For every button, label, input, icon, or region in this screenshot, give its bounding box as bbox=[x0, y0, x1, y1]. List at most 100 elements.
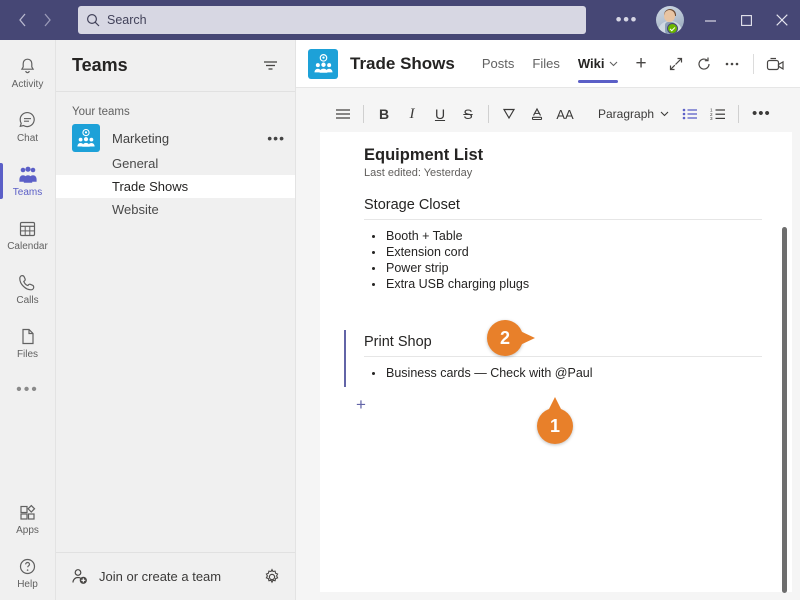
underline-button[interactable]: U bbox=[427, 101, 453, 127]
sidebar-item-label: Activity bbox=[11, 79, 44, 90]
sidebar-item-calendar[interactable]: Calendar bbox=[0, 208, 56, 262]
maximize-button[interactable] bbox=[728, 0, 764, 40]
chat-icon bbox=[17, 110, 38, 131]
channel-title: Trade Shows bbox=[350, 53, 455, 73]
channel-item-trade-shows[interactable]: Trade Shows bbox=[56, 175, 295, 198]
chevron-down-icon bbox=[660, 111, 669, 117]
callout-badge-2: 2 bbox=[487, 320, 535, 356]
section-title: Storage Closet bbox=[364, 197, 460, 213]
team-row-marketing[interactable]: Marketing ••• bbox=[56, 124, 295, 152]
numbered-list-icon[interactable]: 123 bbox=[705, 101, 731, 127]
section-bullet-list: Business cards — Check with @Paul bbox=[364, 365, 762, 381]
wiki-section-storage-closet[interactable]: Storage Closet Booth + Table Extension c… bbox=[364, 197, 762, 292]
bulleted-list-icon[interactable] bbox=[677, 101, 703, 127]
list-item: Booth + Table bbox=[364, 228, 762, 244]
add-tab-button[interactable]: + bbox=[627, 40, 654, 88]
sidebar-item-help[interactable]: Help bbox=[0, 546, 56, 600]
wiki-wrapper: B I U S AA Paragraph 1 2 3 ••• Equipment… bbox=[296, 88, 800, 600]
doc-title: Equipment List bbox=[364, 146, 484, 164]
font-size-button[interactable]: AA bbox=[552, 101, 578, 127]
sidebar-item-label: Help bbox=[17, 579, 38, 590]
filter-icon[interactable] bbox=[262, 57, 279, 74]
tab-files[interactable]: Files bbox=[523, 40, 568, 88]
channel-label: Website bbox=[112, 202, 159, 217]
channel-label: Trade Shows bbox=[112, 179, 189, 194]
status-badge bbox=[667, 23, 678, 34]
app-body: Activity Chat Teams Calendar Calls Files… bbox=[0, 40, 800, 600]
sidebar-item-calls[interactable]: Calls bbox=[0, 262, 56, 316]
join-or-create-team-row[interactable]: Join or create a team bbox=[56, 552, 295, 600]
refresh-icon[interactable] bbox=[691, 51, 717, 77]
channel-tabs: Posts Files Wiki + bbox=[473, 40, 655, 88]
section-title: Print Shop bbox=[364, 334, 432, 350]
sidebar-item-label: Files bbox=[16, 349, 39, 360]
minimize-button[interactable] bbox=[692, 0, 728, 40]
more-options-icon[interactable] bbox=[719, 51, 745, 77]
list-item: Extension cord bbox=[364, 244, 762, 260]
settings-more-icon[interactable]: ••• bbox=[606, 11, 648, 28]
toolbar-more-icon[interactable]: ••• bbox=[746, 106, 777, 121]
wiki-section-print-shop[interactable]: Print Shop Business cards — Check with @… bbox=[344, 330, 762, 387]
main-content: Trade Shows Posts Files Wiki + B I U S A… bbox=[296, 40, 800, 600]
toggle-formatting-icon[interactable] bbox=[330, 101, 356, 127]
team-more-options-icon[interactable]: ••• bbox=[267, 131, 285, 145]
team-avatar bbox=[72, 124, 100, 152]
app-rail: Activity Chat Teams Calendar Calls Files… bbox=[0, 40, 56, 600]
help-icon bbox=[17, 556, 38, 577]
teams-app-window: Search ••• Activity Chat Teams Calendar … bbox=[0, 0, 800, 600]
section-bullet-list: Booth + Table Extension cord Power strip… bbox=[364, 228, 762, 292]
sidebar-item-label: Apps bbox=[16, 525, 39, 536]
vertical-scrollbar[interactable] bbox=[782, 227, 787, 593]
paragraph-style-dropdown[interactable]: Paragraph bbox=[592, 107, 675, 121]
page-title: Teams bbox=[72, 55, 128, 75]
sidebar-item-activity[interactable]: Activity bbox=[0, 46, 56, 100]
title-bar: Search ••• bbox=[0, 0, 800, 40]
toolbar-divider bbox=[488, 105, 489, 123]
chevron-down-icon[interactable] bbox=[609, 61, 618, 67]
channel-item-website[interactable]: Website bbox=[56, 198, 295, 221]
add-section-button[interactable]: + bbox=[356, 395, 374, 415]
channel-item-general[interactable]: General bbox=[56, 152, 295, 175]
channel-label: General bbox=[112, 156, 159, 171]
font-color-icon[interactable] bbox=[524, 101, 550, 127]
join-or-create-team-label: Join or create a team bbox=[99, 569, 222, 584]
list-item: Business cards — Check with @Paul bbox=[364, 365, 762, 381]
tab-posts[interactable]: Posts bbox=[473, 40, 524, 88]
phone-icon bbox=[17, 272, 38, 293]
bell-icon bbox=[17, 56, 38, 77]
italic-button[interactable]: I bbox=[399, 101, 425, 127]
navigation-arrows bbox=[0, 7, 70, 33]
bold-button[interactable]: B bbox=[371, 101, 397, 127]
wiki-page: B I U S AA Paragraph 1 2 3 ••• Equipment… bbox=[320, 96, 792, 592]
popout-icon[interactable] bbox=[663, 51, 689, 77]
gear-icon[interactable] bbox=[263, 567, 281, 586]
tab-label: Posts bbox=[481, 56, 515, 71]
close-button[interactable] bbox=[764, 0, 800, 40]
sidebar-item-label: Calendar bbox=[7, 241, 48, 252]
sidebar-item-apps[interactable]: Apps bbox=[0, 492, 56, 546]
avatar[interactable] bbox=[656, 6, 684, 34]
tab-wiki[interactable]: Wiki bbox=[569, 40, 628, 88]
sidebar-more-apps-icon[interactable]: ••• bbox=[16, 370, 39, 410]
sidebar-item-chat[interactable]: Chat bbox=[0, 100, 56, 154]
wiki-body: Equipment List Last edited: Yesterday St… bbox=[320, 132, 792, 592]
add-person-icon bbox=[70, 567, 89, 586]
list-item: Power strip bbox=[364, 260, 762, 276]
toolbar-divider bbox=[738, 105, 740, 123]
sidebar-item-teams[interactable]: Teams bbox=[0, 154, 56, 208]
doc-last-edited: Last edited: Yesterday bbox=[364, 167, 473, 179]
teams-icon bbox=[17, 165, 39, 185]
strikethrough-button[interactable]: S bbox=[455, 101, 481, 127]
search-input[interactable]: Search bbox=[78, 6, 586, 34]
svg-text:3: 3 bbox=[710, 116, 713, 121]
wiki-content[interactable]: Equipment List Last edited: Yesterday St… bbox=[320, 146, 792, 415]
channel-header-actions bbox=[663, 51, 788, 77]
chevron-right-icon[interactable] bbox=[37, 7, 59, 33]
tab-label: Wiki bbox=[577, 56, 605, 71]
channel-header: Trade Shows Posts Files Wiki + bbox=[296, 40, 800, 88]
sidebar-item-files[interactable]: Files bbox=[0, 316, 56, 370]
meet-now-icon[interactable] bbox=[762, 51, 788, 77]
highlight-icon[interactable] bbox=[496, 101, 522, 127]
chevron-left-icon[interactable] bbox=[12, 7, 34, 33]
teams-panel: Teams Your teams Marketing ••• General T… bbox=[56, 40, 296, 600]
